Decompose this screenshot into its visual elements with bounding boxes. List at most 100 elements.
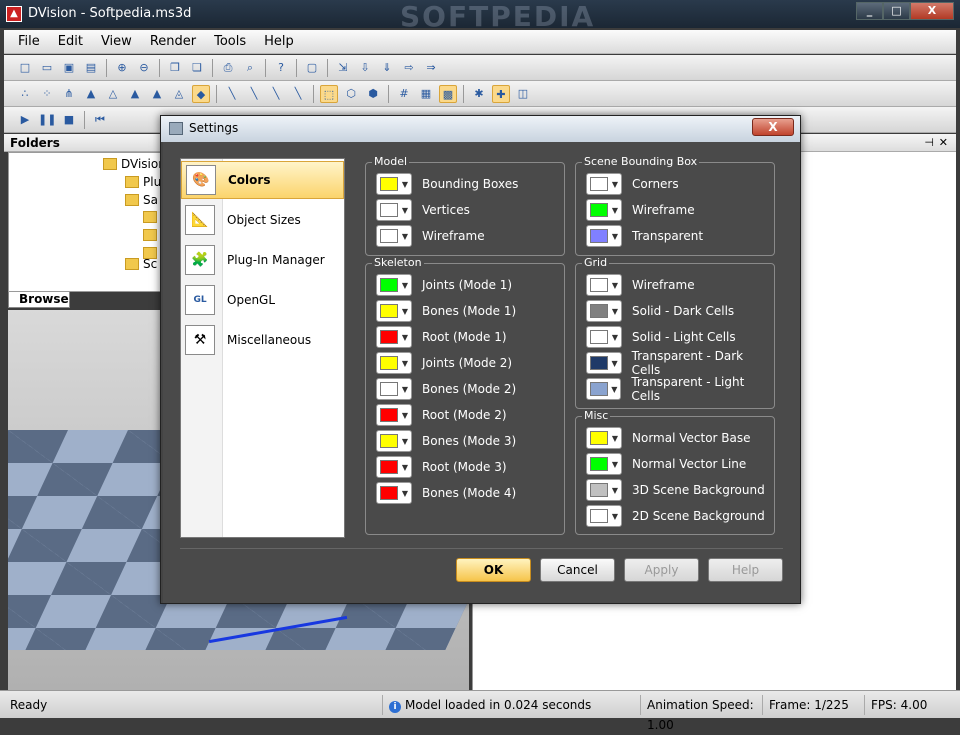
print-icon[interactable]: ⎙ [219,59,237,77]
pin-icon[interactable]: ⊣ [924,136,934,149]
color-row: ▼ Transparent - Dark Cells [586,349,774,377]
color-picker[interactable]: ▼ [376,326,412,348]
paste-icon[interactable]: ❏ [188,59,206,77]
grid-icon[interactable]: # [395,85,413,103]
color-picker[interactable]: ▼ [586,378,622,400]
move-down-icon[interactable]: ⇩ [356,59,374,77]
tree-item[interactable] [143,211,161,223]
window-icon[interactable]: ▢ [303,59,321,77]
cone-wire-icon[interactable]: ▲ [82,85,100,103]
color-picker[interactable]: ▼ [586,199,622,221]
apply-button[interactable]: Apply [624,558,699,582]
nav-object-sizes[interactable]: 📐 Object Sizes [181,201,344,239]
move-down-2-icon[interactable]: ⇓ [378,59,396,77]
menu-render[interactable]: Render [150,34,196,49]
ok-button[interactable]: OK [456,558,531,582]
drop-icon[interactable]: ◬ [170,85,188,103]
camera-icon[interactable]: ◫ [514,85,532,103]
tree-item[interactable]: Sc [125,257,157,271]
line-joint-icon[interactable]: ╲ [245,85,263,103]
axes-icon[interactable]: ✚ [492,84,510,103]
color-row: ▼ Wireframe [586,199,695,221]
move-right-2-icon[interactable]: ⇒ [422,59,440,77]
play-back-icon[interactable]: ⊖ [135,59,153,77]
help-button[interactable]: Help [708,558,783,582]
window-title: DVision - Softpedia.ms3d [28,6,192,21]
bbox-icon[interactable]: ⬚ [320,84,338,103]
nav-colors[interactable]: 🎨 Colors [181,161,344,199]
color-picker[interactable]: ▼ [376,404,412,426]
color-picker[interactable]: ▼ [376,456,412,478]
color-picker[interactable]: ▼ [376,300,412,322]
menu-help[interactable]: Help [264,34,294,49]
menu-edit[interactable]: Edit [58,34,83,49]
maximize-button[interactable]: □ [883,2,910,20]
open-folder-icon[interactable]: ▭ [38,59,56,77]
dialog-close-button[interactable]: X [752,118,794,136]
line-yellow-icon[interactable]: ╲ [267,85,285,103]
save-as-icon[interactable]: ▤ [82,59,100,77]
cancel-button[interactable]: Cancel [540,558,615,582]
menu-tools[interactable]: Tools [214,34,246,49]
cube-icon[interactable]: ⬢ [364,85,382,103]
color-picker[interactable]: ▼ [376,274,412,296]
pause-icon[interactable]: ❚❚ [38,111,56,129]
cone-flat-icon[interactable]: ▲ [126,85,144,103]
nav-opengl[interactable]: GL OpenGL [181,281,344,319]
panel-close-icon[interactable]: ✕ [939,136,948,149]
copy-icon[interactable]: ❐ [166,59,184,77]
settings-nav: 🎨 Colors 📐 Object Sizes 🧩 Plug-In Manage… [180,158,345,538]
tree-item-root[interactable]: DVision [103,157,166,171]
color-picker[interactable]: ▼ [376,173,412,195]
line-red-icon[interactable]: ╲ [289,85,307,103]
color-picker[interactable]: ▼ [586,225,622,247]
color-picker[interactable]: ▼ [376,378,412,400]
drop-shaded-icon[interactable]: ◆ [192,84,210,103]
play-forward-icon[interactable]: ⊕ [113,59,131,77]
color-picker[interactable]: ▼ [586,453,622,475]
nav-plugin-manager[interactable]: 🧩 Plug-In Manager [181,241,344,279]
rewind-icon[interactable]: ⏮ [91,111,109,129]
skeleton-icon[interactable]: ⋔ [60,85,78,103]
color-picker[interactable]: ▼ [376,225,412,247]
color-picker[interactable]: ▼ [586,274,622,296]
checker-icon[interactable]: ▦ [417,85,435,103]
browse-tab[interactable]: Browse [8,292,70,308]
cone-outline-icon[interactable]: △ [104,85,122,103]
stop-icon[interactable]: ■ [60,111,78,129]
color-picker[interactable]: ▼ [586,173,622,195]
cone-smooth-icon[interactable]: ▲ [148,85,166,103]
tree-item[interactable] [143,229,161,241]
color-picker[interactable]: ▼ [376,199,412,221]
points-icon[interactable]: ⁘ [38,85,56,103]
minimize-button[interactable]: _ [856,2,883,20]
tree-item[interactable]: Plu [125,175,161,189]
print-preview-icon[interactable]: ⌕ [241,59,259,77]
menu-file[interactable]: File [18,34,40,49]
color-picker[interactable]: ▼ [586,300,622,322]
cube-wire-icon[interactable]: ⬡ [342,85,360,103]
color-picker[interactable]: ▼ [586,427,622,449]
new-file-icon[interactable]: □ [16,59,34,77]
transform-icon[interactable]: ⇲ [334,59,352,77]
color-picker[interactable]: ▼ [586,352,622,374]
checker-blue-icon[interactable]: ▩ [439,84,457,103]
menu-view[interactable]: View [101,34,132,49]
tree-item[interactable]: Sa [125,193,158,207]
color-picker[interactable]: ▼ [586,479,622,501]
save-icon[interactable]: ▣ [60,59,78,77]
line-green-icon[interactable]: ╲ [223,85,241,103]
move-right-icon[interactable]: ⇨ [400,59,418,77]
close-button[interactable]: X [910,2,954,20]
play-icon[interactable]: ▶ [16,111,34,129]
color-picker[interactable]: ▼ [586,326,622,348]
folder-icon [143,229,157,241]
color-picker[interactable]: ▼ [376,430,412,452]
help-icon[interactable]: ? [272,59,290,77]
color-picker[interactable]: ▼ [586,505,622,527]
star-icon[interactable]: ✱ [470,85,488,103]
vertices-icon[interactable]: ∴ [16,85,34,103]
color-picker[interactable]: ▼ [376,482,412,504]
nav-miscellaneous[interactable]: ⚒ Miscellaneous [181,321,344,359]
color-picker[interactable]: ▼ [376,352,412,374]
